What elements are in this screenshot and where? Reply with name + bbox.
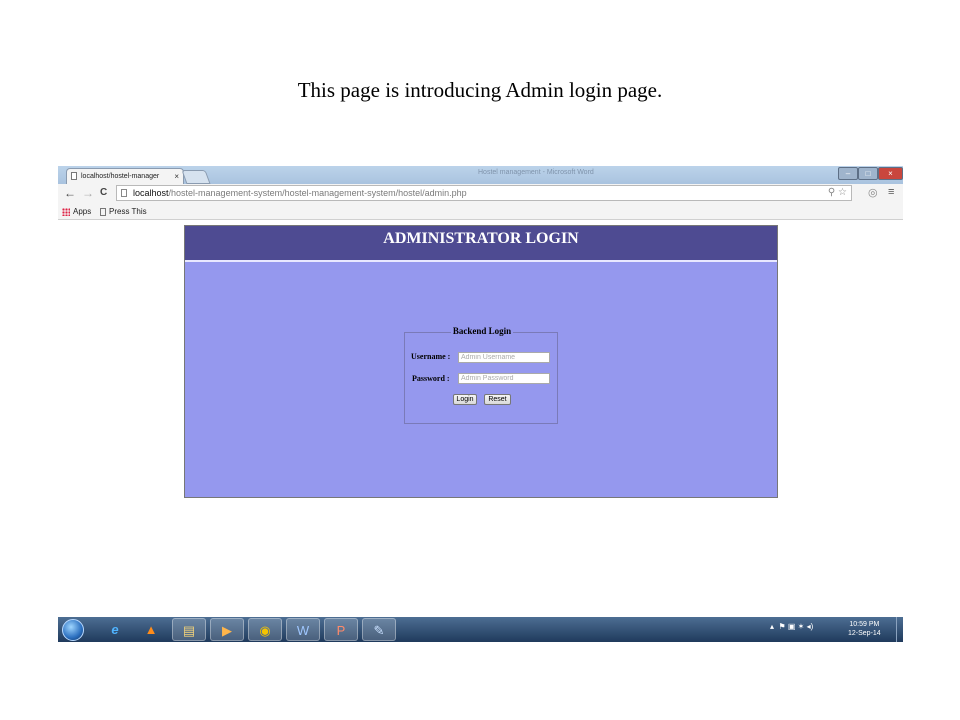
taskbar-clock[interactable]: 10:59 PM 12-Sep-14	[848, 620, 881, 638]
password-label: Password :	[412, 374, 450, 383]
url-host: localhost	[133, 188, 169, 198]
paint-icon[interactable]: ✎	[362, 618, 396, 641]
reset-button[interactable]: Reset	[484, 394, 511, 405]
page-icon	[121, 189, 127, 197]
word-icon[interactable]: W	[286, 618, 320, 641]
bookmark-label: Apps	[73, 207, 92, 216]
vlc-icon[interactable]: ▲	[134, 618, 168, 641]
powerpoint-icon[interactable]: P	[324, 618, 358, 641]
address-bar[interactable]: localhost/hostel-management-system/hoste…	[116, 185, 852, 201]
admin-header: ADMINISTRATOR LOGIN	[185, 226, 777, 262]
bookmark-label: Press This	[109, 207, 147, 216]
browser-titlebar: localhost/hostel-manager × Hostel manage…	[58, 166, 903, 184]
close-button[interactable]: ×	[878, 167, 903, 180]
clock-date: 12-Sep-14	[848, 630, 881, 637]
media-player-icon[interactable]: ▶	[210, 618, 244, 641]
forward-icon[interactable]: →	[82, 186, 94, 200]
password-input[interactable]	[458, 373, 550, 384]
bookmark-press-this[interactable]: Press This	[100, 206, 147, 217]
username-label: Username :	[411, 352, 451, 361]
search-star-icons[interactable]: ⚲ ☆	[828, 186, 847, 200]
tab-active[interactable]: localhost/hostel-manager ×	[66, 168, 184, 184]
tab-title: localhost/hostel-manager	[81, 173, 160, 180]
minimize-button[interactable]: –	[838, 167, 858, 180]
extension-icon[interactable]: ◎	[868, 186, 878, 199]
show-desktop-button[interactable]	[896, 617, 904, 642]
url-path: /hostel-management-system/hostel-managem…	[168, 188, 467, 198]
system-tray[interactable]: ▴ ⚑ ▣ ✶ ◂)	[770, 622, 813, 631]
menu-icon[interactable]: ≡	[888, 186, 894, 198]
page-icon	[100, 207, 106, 216]
tab-close-icon[interactable]: ×	[174, 169, 179, 184]
start-button[interactable]	[62, 619, 84, 641]
login-fieldset: Backend Login Username : Password : Logi…	[404, 326, 558, 424]
legend-text: Backend Login	[450, 326, 514, 336]
clock-time: 10:59 PM	[849, 621, 880, 628]
username-input[interactable]	[458, 352, 550, 363]
login-legend: Backend Login	[405, 326, 559, 336]
apps-icon	[62, 207, 70, 216]
page-icon	[71, 172, 77, 180]
login-button[interactable]: Login	[453, 394, 477, 405]
bookmark-apps[interactable]: Apps	[62, 206, 91, 217]
window-title: Hostel management - Microsoft Word	[478, 169, 594, 176]
chrome-icon[interactable]: ◉	[248, 618, 282, 641]
file-explorer-icon[interactable]: ▤	[172, 618, 206, 641]
browser-toolbar: ← → C localhost/hostel-management-system…	[58, 184, 903, 204]
bookmarks-bar: Apps Press This	[58, 204, 903, 220]
reload-icon[interactable]: C	[100, 186, 107, 200]
back-icon[interactable]: ←	[64, 186, 76, 200]
maximize-button[interactable]: □	[858, 167, 878, 180]
slide-caption: This page is introducing Admin login pag…	[297, 78, 663, 102]
admin-page: ADMINISTRATOR LOGIN Backend Login Userna…	[184, 225, 778, 498]
new-tab-button[interactable]	[181, 170, 211, 184]
windows-taskbar: e ▲ ▤ ▶ ◉ W P ✎ ▴ ⚑ ▣ ✶ ◂) 10:59 PM 12-S…	[58, 617, 903, 642]
internet-explorer-icon[interactable]: e	[98, 618, 132, 641]
browser-window: localhost/hostel-manager × Hostel manage…	[58, 166, 903, 220]
